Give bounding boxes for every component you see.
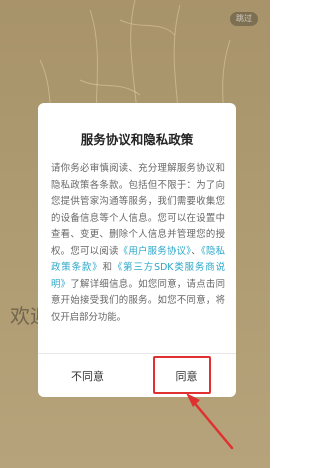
pointer-arrow-icon [186,393,234,450]
splash-screen: 跳过 欢迎 服务协议和隐私政策 请你务必审慎阅读、充分理解服务协议和隐私政策各条… [0,0,270,468]
